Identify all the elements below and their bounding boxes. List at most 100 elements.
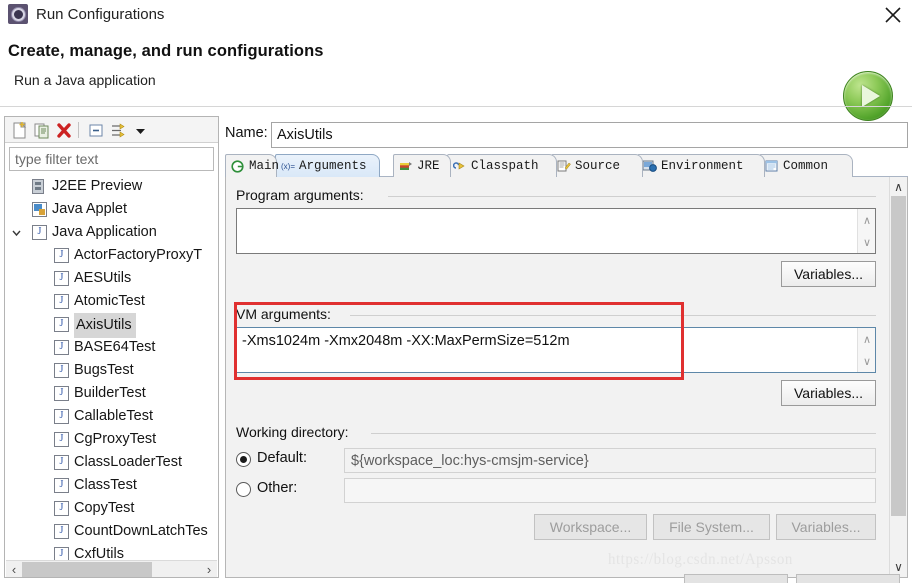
tree-item-label: ClassTest	[74, 477, 137, 493]
configurations-tree[interactable]: J2EE Preview Java Applet Java Application A…	[6, 175, 217, 560]
java-application-icon	[54, 500, 69, 516]
tree-item-aesutils[interactable]: AESUtils	[6, 267, 217, 290]
tree-item-classtest[interactable]: ClassTest	[6, 474, 217, 497]
tab-source[interactable]: Source	[551, 154, 643, 177]
tab-main[interactable]: Main	[225, 154, 280, 177]
tree-item-label: AtomicTest	[74, 293, 145, 309]
tab-label: Common	[783, 159, 829, 173]
tree-item-countdownlatchtes[interactable]: CountDownLatchTes	[6, 520, 217, 543]
tab-environment[interactable]: Environment	[637, 154, 765, 177]
java-application-icon	[54, 431, 69, 447]
java-applet-icon	[32, 202, 47, 217]
tree-item-buildertest[interactable]: BuilderTest	[6, 382, 217, 405]
tree-item-label: J2EE Preview	[52, 178, 143, 194]
tree-item-label: CgProxyTest	[74, 431, 157, 447]
tree-horizontal-scrollbar[interactable]: ‹ ›	[6, 560, 217, 577]
workspace-button[interactable]: Workspace...	[534, 514, 647, 540]
group-divider	[371, 433, 876, 434]
vm-arguments-input[interactable]: -Xms1024m -Xmx2048m -XX:MaxPermSize=512m…	[236, 327, 876, 373]
vm-arguments-scrollbar[interactable]: ∧ ∨	[857, 328, 875, 372]
name-row: Name:	[225, 122, 908, 148]
working-directory-label: Working directory:	[236, 424, 349, 440]
scroll-thumb[interactable]	[22, 562, 152, 577]
tree-item-java-application[interactable]: Java Application	[6, 221, 217, 244]
j2ee-preview-icon	[32, 179, 47, 194]
other-radio-label: Other:	[257, 480, 298, 496]
page-vertical-scrollbar[interactable]: ∧ ∨	[889, 177, 906, 577]
java-application-icon	[54, 477, 69, 493]
tree-item-axisutils[interactable]: AxisUtils	[6, 313, 217, 338]
tree-item-label: BugsTest	[74, 362, 134, 378]
page-title: Create, manage, and run configurations	[8, 42, 324, 60]
java-application-icon	[54, 247, 69, 263]
program-arguments-scrollbar[interactable]: ∧ ∨	[857, 209, 875, 253]
name-input[interactable]	[272, 123, 907, 147]
java-application-icon	[54, 546, 69, 560]
tab-label: Arguments	[299, 159, 367, 173]
source-tab-icon	[557, 160, 571, 173]
vm-arguments-variables-button[interactable]: Variables...	[781, 380, 876, 406]
svg-text:(x)=: (x)=	[281, 162, 295, 171]
tree-item-j2ee-preview[interactable]: J2EE Preview	[6, 175, 217, 198]
tab-label: JRE	[417, 159, 440, 173]
tree-item-label: CopyTest	[74, 500, 135, 516]
tab-common[interactable]: Common	[759, 154, 853, 177]
configurations-panel: J2EE Preview Java Applet Java Application A…	[4, 116, 219, 578]
tree-item-callabletest[interactable]: CallableTest	[6, 405, 217, 428]
tree-item-atomictest[interactable]: AtomicTest	[6, 290, 217, 313]
working-directory-other-input[interactable]	[344, 478, 876, 503]
filter-launch-configurations-icon[interactable]	[108, 121, 128, 140]
tree-item-classloadertest[interactable]: ClassLoaderTest	[6, 451, 217, 474]
search-input[interactable]	[10, 148, 213, 170]
tree-item-java-applet[interactable]: Java Applet	[6, 198, 217, 221]
tab-label: Main	[249, 159, 280, 173]
view-menu-chevron-icon[interactable]	[131, 121, 151, 140]
vm-arguments-value: -Xms1024m -Xmx2048m -XX:MaxPermSize=512m	[242, 333, 570, 349]
page-subtitle: Run a Java application	[14, 72, 156, 88]
tab-arguments[interactable]: (x)= Arguments	[275, 154, 380, 177]
arguments-tab-icon: (x)=	[281, 160, 295, 173]
delete-configuration-icon[interactable]	[54, 121, 74, 140]
tab-label: Classpath	[471, 159, 539, 173]
close-icon[interactable]	[880, 2, 906, 28]
java-application-icon	[54, 270, 69, 286]
working-directory-default-radio-row[interactable]: Default:	[236, 449, 346, 471]
working-directory-other-radio-row[interactable]: Other:	[236, 479, 346, 501]
chevron-down-icon[interactable]	[10, 221, 22, 244]
other-radio[interactable]	[236, 482, 251, 497]
tree-item-copytest[interactable]: CopyTest	[6, 497, 217, 520]
scroll-right-arrow[interactable]: ›	[201, 561, 217, 577]
program-arguments-label: Program arguments:	[236, 187, 364, 203]
duplicate-configuration-icon[interactable]	[32, 121, 52, 140]
working-directory-variables-button[interactable]: Variables...	[776, 514, 876, 540]
tree-item-base64test[interactable]: BASE64Test	[6, 336, 217, 359]
java-application-icon	[54, 362, 69, 378]
name-field-wrapper[interactable]	[271, 122, 908, 148]
new-configuration-icon[interactable]	[10, 121, 30, 140]
scroll-up-arrow[interactable]: ∧	[890, 178, 907, 196]
window-title: Run Configurations	[36, 6, 165, 23]
tab-classpath[interactable]: Classpath	[447, 154, 557, 177]
program-arguments-input[interactable]: ∧ ∨	[236, 208, 876, 254]
default-radio[interactable]	[236, 452, 251, 467]
scroll-thumb[interactable]	[891, 196, 906, 516]
tree-item-bugstest[interactable]: BugsTest	[6, 359, 217, 382]
scroll-up-arrow[interactable]: ∧	[858, 330, 876, 348]
file-system-button[interactable]: File System...	[653, 514, 770, 540]
jre-tab-icon	[399, 160, 413, 173]
tree-item-cgproxytest[interactable]: CgProxyTest	[6, 428, 217, 451]
tree-item-actorfactoryproxyt[interactable]: ActorFactoryProxyT	[6, 244, 217, 267]
close-button[interactable]	[796, 574, 900, 583]
scroll-down-arrow[interactable]: ∨	[858, 233, 876, 251]
collapse-all-icon[interactable]	[86, 121, 106, 140]
tree-item-label: Java Application	[52, 224, 157, 240]
program-arguments-variables-button[interactable]: Variables...	[781, 261, 876, 287]
run-play-icon	[843, 71, 893, 121]
tree-item-cxfutils[interactable]: CxfUtils	[6, 543, 217, 560]
filter-input-wrapper[interactable]	[9, 147, 214, 171]
scroll-up-arrow[interactable]: ∧	[858, 211, 876, 229]
tab-jre[interactable]: JRE	[393, 154, 451, 177]
run-button[interactable]	[684, 574, 788, 583]
scroll-left-arrow[interactable]: ‹	[6, 561, 22, 577]
scroll-down-arrow[interactable]: ∨	[858, 352, 876, 370]
